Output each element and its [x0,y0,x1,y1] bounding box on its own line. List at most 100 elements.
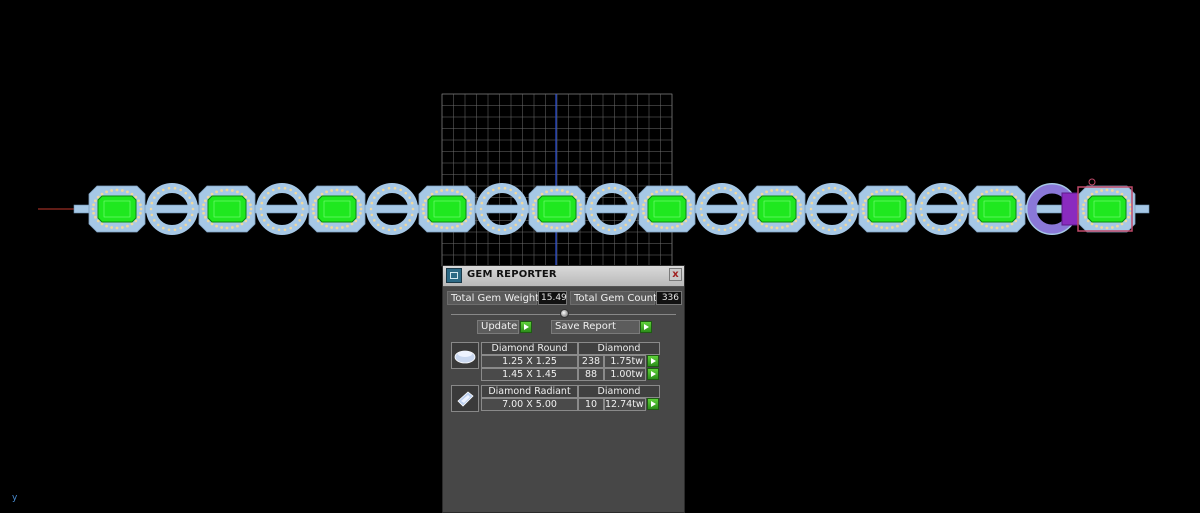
pave-stone [607,228,611,232]
pave-stone [954,191,958,195]
pave-stone [703,196,706,199]
pave-stone [179,226,183,230]
pave-stone [995,188,999,192]
gem-material: Diamond [578,342,660,355]
pave-stone [700,213,704,217]
pave-stone [880,189,884,192]
pave-stone [480,201,484,205]
pave-stone [593,196,596,199]
pave-stone [680,222,684,226]
pave-stone [105,224,108,228]
pave-stone [225,226,229,230]
pave-stone [263,219,266,222]
update-arrow-icon[interactable] [520,321,532,333]
gem-count: 88 [578,368,604,381]
pave-stone [335,188,339,192]
pave-stone [752,211,756,215]
gem-size: 1.25 X 1.25 [481,355,578,368]
gem-reporter-panel: GEM REPORTER x Total Gem Weight 15.49 To… [442,265,685,513]
pave-stone [358,203,362,207]
pave-stone [225,188,229,192]
pave-stone [1018,211,1022,215]
pave-stone [960,201,964,205]
emerald-stone [97,195,137,223]
pave-stone [908,211,912,215]
pave-stone [920,201,924,205]
pave-stone [248,211,252,215]
row-arrow-icon[interactable] [647,398,659,410]
pave-stone [816,223,820,227]
emerald-stone [1087,195,1127,223]
row-arrow-icon[interactable] [647,368,659,380]
pave-stone [1018,203,1022,207]
pave-stone [300,201,304,205]
pave-stone [972,203,976,207]
pave-stone [376,223,380,227]
pave-stone [435,224,438,228]
panel-titlebar[interactable]: GEM REPORTER x [443,266,684,287]
pave-stone [1006,224,1009,228]
pave-stone [156,223,160,227]
pave-stone [790,192,794,196]
pave-stone [330,226,334,229]
pave-stone [907,199,911,203]
pave-stone [115,226,119,230]
pave-stone [1017,215,1021,219]
splitter-handle[interactable] [560,309,569,318]
pave-stone [765,224,768,228]
update-button[interactable]: Update [477,320,519,334]
pave-stone [137,215,141,219]
pave-stone [210,192,214,196]
pave-stone [937,186,941,190]
total-count-value: 336 [656,291,682,305]
pave-stone [105,190,108,194]
pave-stone [923,219,926,222]
pave-stone [325,190,328,194]
pave-stone [624,223,628,227]
save-report-arrow-icon[interactable] [640,321,652,333]
pave-stone [138,211,142,215]
pave-stone [100,222,104,226]
pave-stone [641,207,645,211]
pave-stone [381,226,385,230]
save-report-button[interactable]: Save Report [551,320,640,334]
pave-stone [149,207,153,211]
pave-stone [601,188,605,192]
pave-stone [376,191,380,195]
pave-stone [1100,189,1104,192]
close-button[interactable]: x [669,268,682,281]
pave-stone [514,223,518,227]
pave-stone [248,203,252,207]
pave-stone [370,201,374,205]
pave-stone [93,199,97,203]
pave-stone [821,188,825,192]
pave-stone [703,219,706,222]
pave-stone [1116,190,1119,194]
pave-stone [799,207,803,211]
pave-stone [1127,199,1131,203]
row-arrow-icon[interactable] [647,355,659,367]
pave-stone [861,207,865,211]
pave-stone [357,199,361,203]
pave-stone [1082,211,1086,215]
pave-stone [445,188,449,192]
pave-stone [590,213,594,217]
pave-stone [91,207,95,211]
pave-stone [907,215,911,219]
pave-stone [980,222,984,226]
pave-stone [421,207,425,211]
pave-stone [266,191,270,195]
pave-stone [680,192,684,196]
pave-stone [467,215,471,219]
pave-stone [236,224,239,228]
pave-stone [863,199,867,203]
pave-stone [201,207,205,211]
pave-stone [509,226,513,230]
pave-stone [469,207,473,211]
pave-stone [330,189,334,192]
pave-stone [741,207,745,211]
pave-stone [688,203,692,207]
pave-stone [1110,226,1114,229]
pave-stone [518,196,521,199]
pave-stone [153,219,156,222]
